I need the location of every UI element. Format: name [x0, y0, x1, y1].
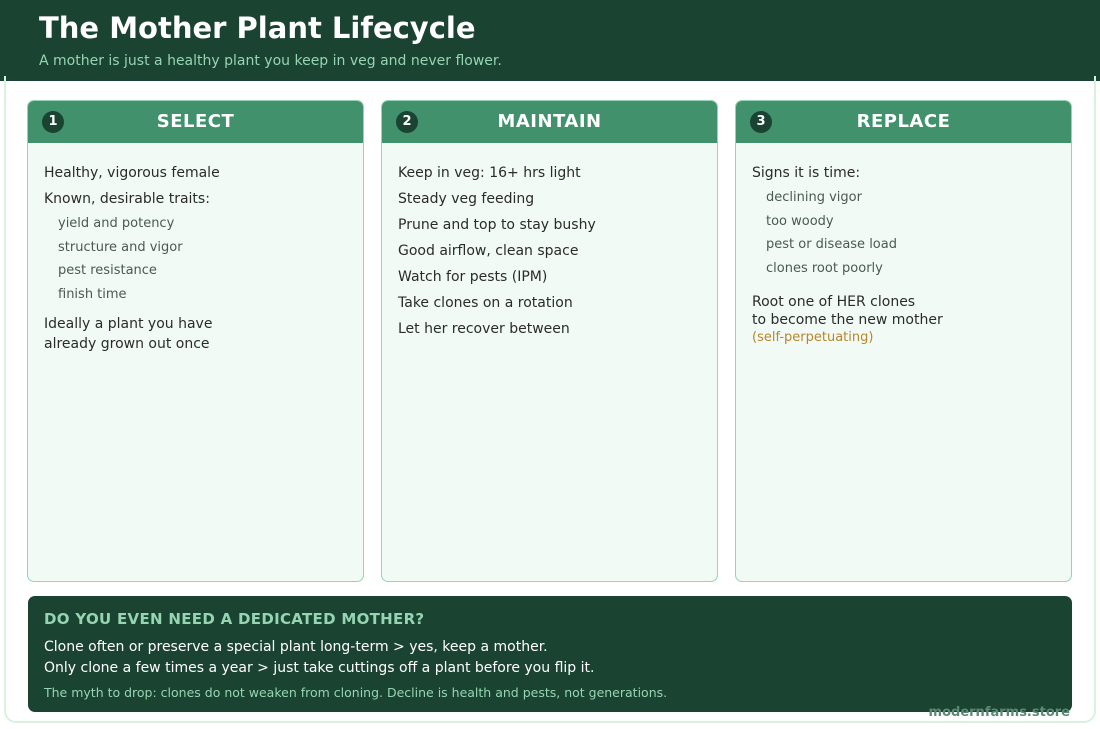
card-maintain: 2 MAINTAIN Keep in veg: 16+ hrs light St… [381, 100, 718, 582]
list-item: Keep in veg: 16+ hrs light [398, 165, 581, 181]
list-item: Prune and top to stay bushy [398, 217, 596, 233]
list-item: Take clones on a rotation [398, 295, 573, 311]
dedicated-mother-panel: DO YOU EVEN NEED A DEDICATED MOTHER? Clo… [28, 596, 1072, 712]
panel-title: DO YOU EVEN NEED A DEDICATED MOTHER? [44, 610, 425, 628]
card-line: Healthy, vigorous female [44, 165, 220, 181]
list-item: Good airflow, clean space [398, 243, 579, 259]
page-subtitle: A mother is just a healthy plant you kee… [39, 53, 502, 69]
card-line: Known, desirable traits: [44, 191, 210, 207]
card-title: SELECT [156, 111, 235, 132]
card-replace-body: Signs it is time: declining vigor too wo… [752, 163, 1055, 346]
card-line: to become the new mother [752, 311, 943, 328]
card-select-header: 1 SELECT [28, 101, 363, 143]
card-title: REPLACE [856, 111, 951, 132]
panel-note: The myth to drop: clones do not weaken f… [44, 685, 668, 700]
card-maintain-body: Keep in veg: 16+ hrs light Steady veg fe… [398, 163, 701, 345]
list-item: too woody [766, 213, 834, 229]
card-line: Signs it is time: [752, 165, 861, 181]
list-item: Steady veg feeding [398, 191, 535, 207]
card-replace-header: 3 REPLACE [736, 101, 1071, 143]
page-title: The Mother Plant Lifecycle [39, 11, 476, 45]
panel-line: Clone often or preserve a special plant … [44, 639, 548, 655]
list-item: declining vigor [766, 190, 862, 205]
accent-note: (self-perpetuating) [752, 329, 874, 345]
list-item: Watch for pests (IPM) [398, 269, 548, 285]
list-item: finish time [58, 286, 127, 302]
list-item: Let her recover between [398, 321, 570, 337]
list-item: pest or disease load [766, 237, 897, 252]
site-watermark: modernfarms.store [928, 705, 1070, 720]
list-item: clones root poorly [766, 260, 883, 276]
card-line: Ideally a plant you have [44, 315, 213, 332]
card-line: Root one of HER clones [752, 293, 916, 310]
signs-list: declining vigor too woody pest or diseas… [752, 189, 1055, 278]
list-item: structure and vigor [58, 239, 183, 255]
list-item: yield and potency [58, 216, 175, 231]
panel-line: Only clone a few times a year > just tak… [44, 660, 595, 676]
card-title: MAINTAIN [497, 111, 602, 132]
card-replace: 3 REPLACE Signs it is time: declining vi… [735, 100, 1072, 582]
card-select: 1 SELECT Healthy, vigorous female Known,… [27, 100, 364, 582]
card-select-body: Healthy, vigorous female Known, desirabl… [44, 163, 347, 354]
list-item: pest resistance [58, 263, 157, 278]
trait-list: yield and potency structure and vigor pe… [44, 215, 347, 304]
header-banner: The Mother Plant Lifecycle A mother is j… [0, 0, 1100, 81]
card-maintain-header: 2 MAINTAIN [382, 101, 717, 143]
card-line: already grown out once [44, 335, 210, 352]
